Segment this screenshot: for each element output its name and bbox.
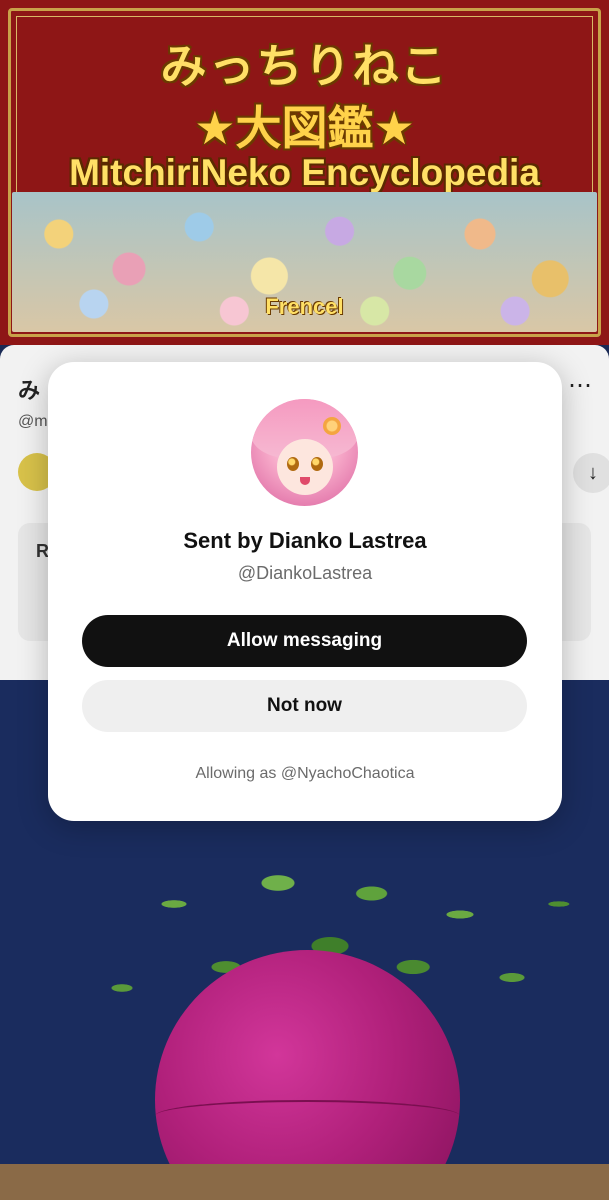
- banner-image: みっちりねこ ★大図鑑★ MitchiriNeko Encyclopedia F…: [0, 0, 609, 345]
- avatar-eye-left: [287, 457, 299, 471]
- banner-title-jp: みっちりねこ: [160, 39, 449, 93]
- sent-by-label: Sent by Dianko Lastrea: [183, 528, 427, 553]
- avatar-flower-icon: [323, 417, 341, 435]
- sheet-title: み: [18, 378, 41, 403]
- not-now-button[interactable]: Not now: [82, 680, 527, 732]
- allowing-as-label: Allowing as @NyachoChaotica: [195, 765, 415, 782]
- photo-floor: [0, 1164, 609, 1200]
- more-horizontal-icon[interactable]: ⋯: [568, 371, 593, 400]
- pot-seam: [155, 1100, 460, 1132]
- sender-avatar: [251, 399, 358, 506]
- banner-subtitle-jp: ★大図鑑★: [194, 101, 415, 155]
- message-request-dialog: Sent by Dianko Lastrea @DiankoLastrea Al…: [48, 362, 562, 821]
- banner-title-en: MitchiriNeko Encyclopedia: [69, 152, 540, 193]
- avatar-eye-right: [311, 457, 323, 471]
- sheet-handle: @m: [18, 413, 48, 430]
- sender-handle: @DiankoLastrea: [237, 563, 373, 583]
- allow-messaging-button[interactable]: Allow messaging: [82, 615, 527, 667]
- arrow-down-icon[interactable]: ↓: [573, 453, 609, 493]
- banner-tag: Frencel: [265, 294, 344, 319]
- avatar-face: [277, 439, 333, 495]
